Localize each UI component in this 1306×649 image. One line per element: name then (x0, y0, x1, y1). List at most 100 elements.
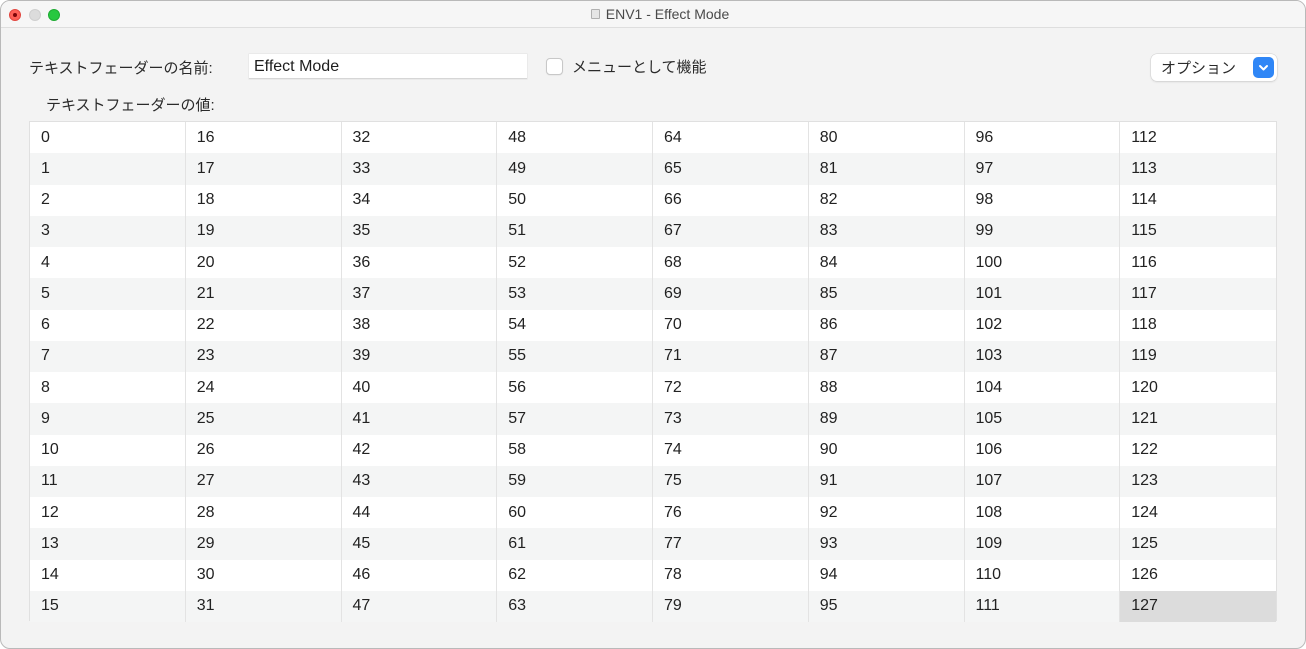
value-cell[interactable]: 51 (497, 215, 653, 247)
value-cell[interactable]: 86 (809, 309, 965, 341)
value-cell[interactable]: 121 (1120, 403, 1276, 434)
value-cell[interactable]: 40 (342, 372, 498, 404)
value-cell[interactable]: 102 (965, 309, 1121, 341)
value-cell[interactable]: 99 (965, 215, 1121, 247)
value-cell[interactable]: 110 (965, 559, 1121, 591)
value-cell[interactable]: 60 (497, 497, 653, 529)
value-cell[interactable]: 47 (342, 590, 498, 622)
value-cell[interactable]: 48 (497, 122, 653, 154)
value-cell[interactable]: 29 (186, 528, 342, 560)
value-cell[interactable]: 79 (653, 590, 809, 622)
value-cell[interactable]: 122 (1120, 435, 1276, 466)
value-cell[interactable]: 0 (30, 122, 186, 154)
value-cell[interactable]: 57 (497, 403, 653, 435)
value-cell[interactable]: 126 (1120, 560, 1276, 591)
value-cell[interactable]: 13 (30, 528, 186, 560)
value-cell[interactable]: 24 (186, 372, 342, 404)
value-cell[interactable]: 71 (653, 340, 809, 372)
value-cell[interactable]: 25 (186, 403, 342, 435)
value-cell[interactable]: 77 (653, 528, 809, 560)
fader-name-input[interactable] (249, 54, 527, 79)
value-cell[interactable]: 88 (809, 372, 965, 404)
value-cell[interactable]: 115 (1120, 216, 1276, 247)
value-cell[interactable]: 27 (186, 465, 342, 497)
value-cell[interactable]: 91 (809, 465, 965, 497)
value-cell[interactable]: 3 (30, 215, 186, 247)
value-cell[interactable]: 64 (653, 122, 809, 154)
value-cell[interactable]: 125 (1120, 528, 1276, 559)
value-cell[interactable]: 11 (30, 465, 186, 497)
value-cell[interactable]: 104 (965, 372, 1121, 404)
value-cell[interactable]: 107 (965, 465, 1121, 497)
value-cell[interactable]: 94 (809, 559, 965, 591)
value-cell[interactable]: 55 (497, 340, 653, 372)
value-cell[interactable]: 116 (1120, 247, 1276, 278)
value-cell[interactable]: 43 (342, 465, 498, 497)
value-cell[interactable]: 46 (342, 559, 498, 591)
value-cell[interactable]: 56 (497, 372, 653, 404)
value-cell[interactable]: 9 (30, 403, 186, 435)
value-cell[interactable]: 49 (497, 153, 653, 185)
value-cell[interactable]: 111 (965, 590, 1121, 622)
value-cell[interactable]: 12 (30, 497, 186, 529)
value-cell[interactable]: 106 (965, 434, 1121, 466)
document-proxy-icon[interactable] (590, 9, 600, 19)
value-cell[interactable]: 120 (1120, 372, 1276, 403)
value-cell[interactable]: 90 (809, 434, 965, 466)
value-cell[interactable]: 15 (30, 590, 186, 622)
value-cell[interactable]: 63 (497, 590, 653, 622)
value-cell[interactable]: 108 (965, 497, 1121, 529)
value-cell[interactable]: 82 (809, 184, 965, 216)
value-cell[interactable]: 96 (965, 122, 1121, 154)
value-cell[interactable]: 114 (1120, 185, 1276, 216)
value-cell[interactable]: 52 (497, 247, 653, 279)
value-cell[interactable]: 20 (186, 247, 342, 279)
value-cell[interactable]: 31 (186, 590, 342, 622)
value-cell[interactable]: 113 (1120, 153, 1276, 184)
value-cell[interactable]: 118 (1120, 310, 1276, 341)
value-cell[interactable]: 41 (342, 403, 498, 435)
value-cell[interactable]: 42 (342, 434, 498, 466)
value-cell[interactable]: 109 (965, 528, 1121, 560)
value-cell[interactable]: 74 (653, 434, 809, 466)
value-cell[interactable]: 70 (653, 309, 809, 341)
value-cell[interactable]: 50 (497, 184, 653, 216)
value-cell[interactable]: 8 (30, 372, 186, 404)
value-cell[interactable]: 81 (809, 153, 965, 185)
title-bar[interactable]: ENV1 - Effect Mode (1, 1, 1305, 28)
value-cell[interactable]: 80 (809, 122, 965, 154)
value-cell[interactable]: 95 (809, 590, 965, 622)
value-cell[interactable]: 85 (809, 278, 965, 310)
value-cell[interactable]: 62 (497, 559, 653, 591)
value-cell[interactable]: 6 (30, 309, 186, 341)
value-cell[interactable]: 35 (342, 215, 498, 247)
value-cell[interactable]: 16 (186, 122, 342, 154)
value-cell[interactable]: 69 (653, 278, 809, 310)
value-cell[interactable]: 89 (809, 403, 965, 435)
value-cell[interactable]: 22 (186, 309, 342, 341)
value-cell[interactable]: 23 (186, 340, 342, 372)
value-cell[interactable]: 2 (30, 184, 186, 216)
value-cell[interactable]: 72 (653, 372, 809, 404)
value-cell[interactable]: 105 (965, 403, 1121, 435)
value-cell[interactable]: 19 (186, 215, 342, 247)
value-cell[interactable]: 39 (342, 340, 498, 372)
value-cell[interactable]: 92 (809, 497, 965, 529)
value-cell[interactable]: 83 (809, 215, 965, 247)
value-cell[interactable]: 117 (1120, 278, 1276, 309)
value-cell[interactable]: 30 (186, 559, 342, 591)
value-cell[interactable]: 32 (342, 122, 498, 154)
value-cell[interactable]: 100 (965, 247, 1121, 279)
value-cell[interactable]: 97 (965, 153, 1121, 185)
menu-checkbox-label[interactable]: メニューとして機能 (572, 56, 707, 77)
value-cell[interactable]: 65 (653, 153, 809, 185)
value-cell[interactable]: 38 (342, 309, 498, 341)
value-cell[interactable]: 37 (342, 278, 498, 310)
value-cell[interactable]: 21 (186, 278, 342, 310)
value-cell[interactable]: 76 (653, 497, 809, 529)
value-cell[interactable]: 26 (186, 434, 342, 466)
value-cell[interactable]: 93 (809, 528, 965, 560)
value-cell[interactable]: 73 (653, 403, 809, 435)
value-cell[interactable]: 75 (653, 465, 809, 497)
value-cell[interactable]: 127 (1120, 590, 1276, 622)
